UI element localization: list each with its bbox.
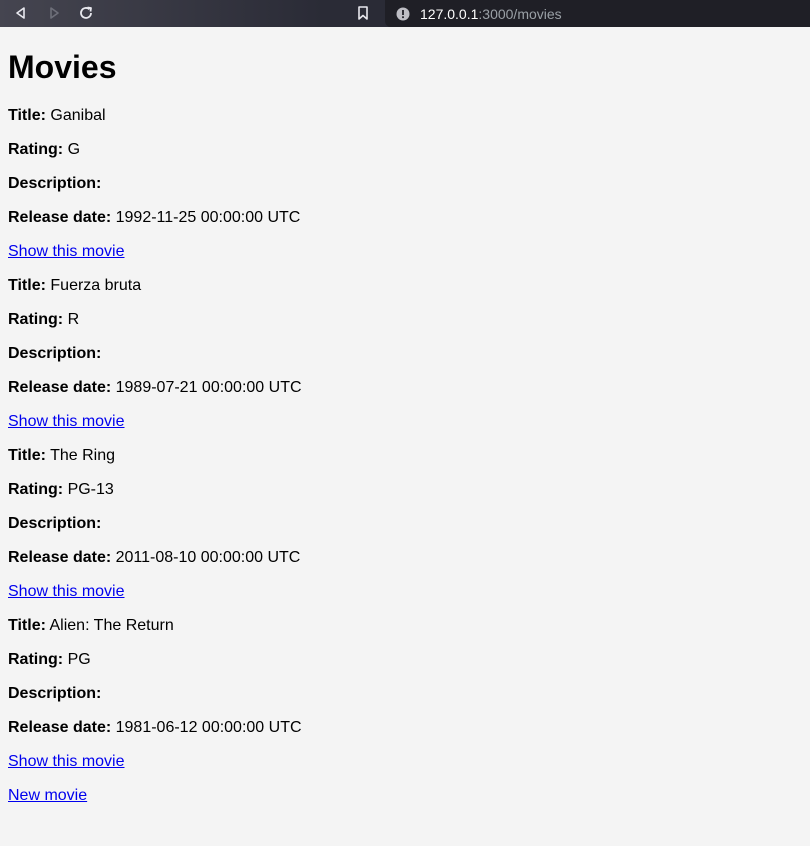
movie-description-row: Description: <box>8 174 802 208</box>
movie-title-label: Title: <box>8 617 46 634</box>
movie-description-label: Description: <box>8 685 102 702</box>
movie-release-date-value: 2011-08-10 00:00:00 UTC <box>115 549 301 566</box>
url-host: 127.0.0.1 <box>420 5 479 22</box>
movie-rating-label: Rating: <box>8 481 64 498</box>
back-arrow-icon[interactable] <box>10 3 32 23</box>
show-movie-row: Show this movie <box>8 412 802 446</box>
movie-item: Title: Alien: The Return Rating: PG Descri… <box>8 616 802 786</box>
movie-description-label: Description: <box>8 175 102 192</box>
movie-item: Title: Ganibal Rating: G Description: Rele… <box>8 106 802 276</box>
browser-toolbar: 127.0.0.1:3000/movies <box>0 0 810 27</box>
movie-release-date-row: Release date: 1992-11-25 00:00:00 UTC <box>8 208 802 242</box>
movie-title-row: Title: Ganibal <box>8 106 802 140</box>
show-movie-link[interactable]: Show this movie <box>8 583 125 600</box>
movie-rating-row: Rating: PG <box>8 650 802 684</box>
movie-release-date-row: Release date: 1989-07-21 00:00:00 UTC <box>8 378 802 412</box>
page-content: Movies Title: Ganibal Rating: G Descriptio… <box>0 49 810 820</box>
movie-release-date-label: Release date: <box>8 719 112 736</box>
movie-release-date-value: 1981-06-12 00:00:00 UTC <box>115 719 302 736</box>
movie-description-label: Description: <box>8 345 102 362</box>
movie-title-row: Title: Fuerza bruta <box>8 276 802 310</box>
movie-rating-value: R <box>67 311 80 328</box>
show-movie-row: Show this movie <box>8 582 802 616</box>
movie-rating-label: Rating: <box>8 311 64 328</box>
forward-arrow-icon[interactable] <box>43 3 65 23</box>
movie-title-value: Alien: The Return <box>49 617 174 634</box>
movie-rating-label: Rating: <box>8 651 64 668</box>
movie-item: Title: Fuerza bruta Rating: R Description:… <box>8 276 802 446</box>
movie-title-row: Title: Alien: The Return <box>8 616 802 650</box>
bookmark-icon[interactable] <box>352 3 374 23</box>
movie-item: Title: The Ring Rating: PG-13 Description:… <box>8 446 802 616</box>
movie-description-row: Description: <box>8 344 802 378</box>
show-movie-link[interactable]: Show this movie <box>8 753 125 770</box>
movie-rating-row: Rating: R <box>8 310 802 344</box>
movie-description-label: Description: <box>8 515 102 532</box>
movie-title-value: Ganibal <box>50 107 106 124</box>
movie-title-label: Title: <box>8 447 46 464</box>
movie-release-date-row: Release date: 1981-06-12 00:00:00 UTC <box>8 718 802 752</box>
movie-rating-value: G <box>67 141 81 158</box>
site-info-icon[interactable] <box>396 7 410 21</box>
movie-rating-value: PG-13 <box>67 481 114 498</box>
url-path: :3000/movies <box>478 5 562 22</box>
show-movie-row: Show this movie <box>8 242 802 276</box>
movie-rating-row: Rating: PG-13 <box>8 480 802 514</box>
movie-release-date-label: Release date: <box>8 379 112 396</box>
movie-release-date-label: Release date: <box>8 549 112 566</box>
movie-description-row: Description: <box>8 684 802 718</box>
show-movie-link[interactable]: Show this movie <box>8 243 125 260</box>
page-title: Movies <box>8 49 117 85</box>
show-movie-link[interactable]: Show this movie <box>8 413 125 430</box>
movie-title-label: Title: <box>8 277 46 294</box>
movie-rating-value: PG <box>67 651 91 668</box>
movie-release-date-label: Release date: <box>8 209 112 226</box>
movie-title-value: Fuerza bruta <box>50 277 142 294</box>
movie-release-date-value: 1989-07-21 00:00:00 UTC <box>115 379 302 396</box>
new-movie-row: New movie <box>8 786 802 820</box>
movie-release-date-value: 1992-11-25 00:00:00 UTC <box>115 209 301 226</box>
movies-list: Title: Ganibal Rating: G Description: Rele… <box>8 106 802 786</box>
movie-rating-row: Rating: G <box>8 140 802 174</box>
movie-title-row: Title: The Ring <box>8 446 802 480</box>
new-movie-link[interactable]: New movie <box>8 787 87 804</box>
reload-icon[interactable] <box>75 3 97 23</box>
movie-title-value: The Ring <box>50 447 116 464</box>
address-bar[interactable]: 127.0.0.1:3000/movies <box>385 0 810 27</box>
movie-rating-label: Rating: <box>8 141 64 158</box>
show-movie-row: Show this movie <box>8 752 802 786</box>
url-text[interactable]: 127.0.0.1:3000/movies <box>420 6 562 22</box>
movie-title-label: Title: <box>8 107 46 124</box>
movie-release-date-row: Release date: 2011-08-10 00:00:00 UTC <box>8 548 802 582</box>
movie-description-row: Description: <box>8 514 802 548</box>
